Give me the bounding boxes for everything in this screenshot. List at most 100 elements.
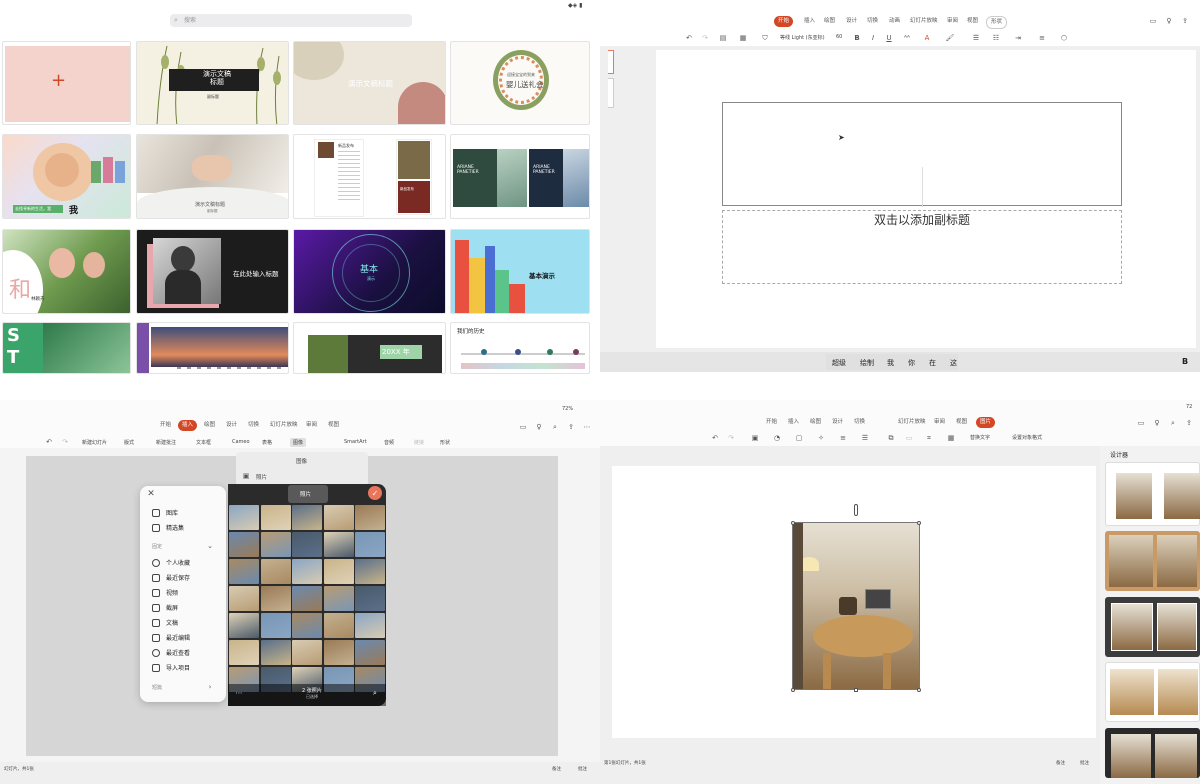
picture-styles-icon[interactable]: ▣ [748, 433, 762, 443]
photo-thumbnail[interactable] [355, 532, 386, 557]
chevron-right-icon[interactable]: › [206, 683, 214, 691]
photo-thumbnail[interactable] [260, 559, 291, 584]
ime-candidate[interactable]: 超级 [832, 358, 846, 368]
search-input[interactable]: ⌕ 搜索 [170, 14, 412, 27]
comment-icon[interactable]: ▭ [1136, 418, 1146, 428]
lightbulb-icon[interactable]: ♀ [1152, 418, 1162, 428]
tab-transitions[interactable]: 切换 [850, 417, 869, 428]
reset-icon[interactable]: ▦ [944, 433, 958, 443]
sidebar-item-screenshots[interactable]: 截屏 [152, 603, 178, 612]
new-comment-button[interactable]: 新建批注 [156, 439, 176, 446]
template-blank[interactable]: + [2, 41, 131, 125]
photo-thumbnail[interactable] [323, 640, 354, 665]
undo-icon[interactable]: ↶ [44, 437, 54, 447]
photo-thumbnail[interactable] [229, 559, 259, 584]
photo-thumbnail[interactable] [229, 532, 259, 557]
designer-option-4[interactable] [1105, 662, 1200, 722]
chevron-down-icon[interactable]: ⌄ [206, 542, 214, 550]
photo-thumbnail[interactable] [292, 532, 323, 557]
photo-thumbnail[interactable] [229, 640, 259, 665]
share-icon[interactable]: ⇪ [566, 422, 576, 432]
checkmark-icon[interactable]: ✓ [368, 486, 382, 500]
template-ariane[interactable]: ARIANE PANETIER ARIANE PANETIER [450, 134, 590, 219]
photo-thumbnail[interactable] [260, 640, 291, 665]
tab-home[interactable]: 开始 [774, 16, 794, 27]
template-family[interactable]: 和 林颖卉 [2, 229, 131, 314]
photo-thumbnail[interactable] [355, 613, 386, 638]
align-icon[interactable]: ≡ [836, 433, 850, 443]
photo-thumbnail[interactable] [355, 586, 386, 611]
photo-thumbnail[interactable] [355, 640, 386, 665]
shield-icon[interactable]: ⛉ [760, 33, 770, 43]
tab-review[interactable]: 审阅 [930, 417, 949, 428]
designer-option-3[interactable] [1105, 597, 1200, 657]
photo-thumbnail[interactable] [229, 586, 259, 611]
ime-candidate[interactable]: 你 [908, 358, 915, 368]
photo-thumbnail[interactable] [355, 559, 386, 584]
alt-text-button[interactable]: 替换文字 [970, 434, 990, 441]
tab-home[interactable]: 开始 [762, 417, 781, 428]
more-icon[interactable]: ⋯ [582, 422, 592, 432]
template-birthday[interactable]: 去找寻新的生活，我 我 [2, 134, 131, 219]
sidebar-item-videos[interactable]: 视频 [152, 588, 178, 597]
resize-handle[interactable] [854, 688, 858, 692]
photo-thumbnail[interactable] [292, 640, 323, 665]
photo-thumbnail[interactable] [323, 586, 354, 611]
image-button[interactable]: 图像 [290, 438, 307, 447]
font-size-select[interactable]: 60 [836, 34, 842, 40]
share-icon[interactable]: ⇪ [1184, 418, 1194, 428]
audio-button[interactable]: 音频 [384, 439, 394, 446]
font-color-icon[interactable]: A [922, 33, 932, 43]
designer-option-2[interactable] [1105, 531, 1200, 591]
designer-option-1[interactable] [1105, 462, 1200, 526]
subtitle-placeholder[interactable]: 双击以添加副标题 [722, 210, 1122, 284]
border-icon[interactable]: ▢ [792, 433, 806, 443]
tab-view[interactable]: 视图 [952, 417, 971, 428]
smartart-button[interactable]: SmartArt [344, 439, 367, 445]
crop-icon[interactable]: ⌗ [922, 433, 936, 443]
shape-icon[interactable]: ⬡ [1058, 33, 1070, 43]
bold-icon[interactable]: B [852, 33, 862, 43]
distribute-icon[interactable]: ☰ [858, 433, 872, 443]
search-icon[interactable]: ⌕ [1168, 418, 1178, 428]
shape-button[interactable]: 形状 [440, 439, 450, 446]
ime-candidate[interactable]: 绘制 [860, 358, 874, 368]
fill-icon[interactable]: ◔ [770, 433, 784, 443]
template-green[interactable]: S T [2, 322, 131, 374]
photo-thumbnail[interactable] [229, 505, 259, 530]
tab-design[interactable]: 设计 [222, 420, 241, 431]
photo-thumbnail[interactable] [292, 559, 323, 584]
tab-draw[interactable]: 绘图 [200, 420, 219, 431]
selected-picture[interactable] [792, 522, 920, 690]
resize-handle[interactable] [917, 688, 921, 692]
underline-icon[interactable]: U [884, 33, 894, 43]
highlight-icon[interactable]: 🖌 [944, 33, 956, 43]
tab-view[interactable]: 视图 [324, 420, 343, 431]
photo-thumbnail[interactable] [292, 505, 323, 530]
tab-slideshow[interactable]: 幻灯片放映 [906, 16, 942, 27]
new-slide-button[interactable]: 新建幻灯片 [82, 439, 107, 446]
rotate-handle[interactable] [854, 504, 858, 516]
lightbulb-icon[interactable]: ♀ [1164, 16, 1174, 26]
tab-insert[interactable]: 插入 [784, 417, 803, 428]
sidebar-item-featured[interactable]: 精选集 [152, 523, 184, 532]
photo-thumbnail[interactable] [260, 613, 291, 638]
tab-shape[interactable]: 形状 [986, 16, 1008, 29]
photo-thumbnail[interactable] [260, 586, 291, 611]
effects-icon[interactable]: ✧ [814, 433, 828, 443]
undo-icon[interactable]: ↶ [684, 33, 694, 43]
tab-home[interactable]: 开始 [156, 420, 175, 431]
template-wedding[interactable]: 演示文稿标题 副标题 [136, 134, 289, 219]
tab-review[interactable]: 审阅 [943, 16, 962, 27]
sidebar-item-recently-edited[interactable]: 最近编辑 [152, 633, 190, 642]
photo-thumbnail[interactable] [292, 586, 323, 611]
sidebar-item-favorites[interactable]: 个人收藏 [152, 558, 190, 567]
tab-animations[interactable]: 幻灯片放映 [266, 420, 302, 431]
redo-icon[interactable]: ↷ [60, 437, 70, 447]
template-sunset[interactable] [136, 322, 289, 374]
tab-insert[interactable]: 插入 [178, 420, 198, 431]
redo-icon[interactable]: ↷ [726, 433, 736, 443]
sidebar-item-imports[interactable]: 导入项目 [152, 663, 190, 672]
photo-thumbnail[interactable] [323, 505, 354, 530]
italic-icon[interactable]: I [868, 33, 878, 43]
